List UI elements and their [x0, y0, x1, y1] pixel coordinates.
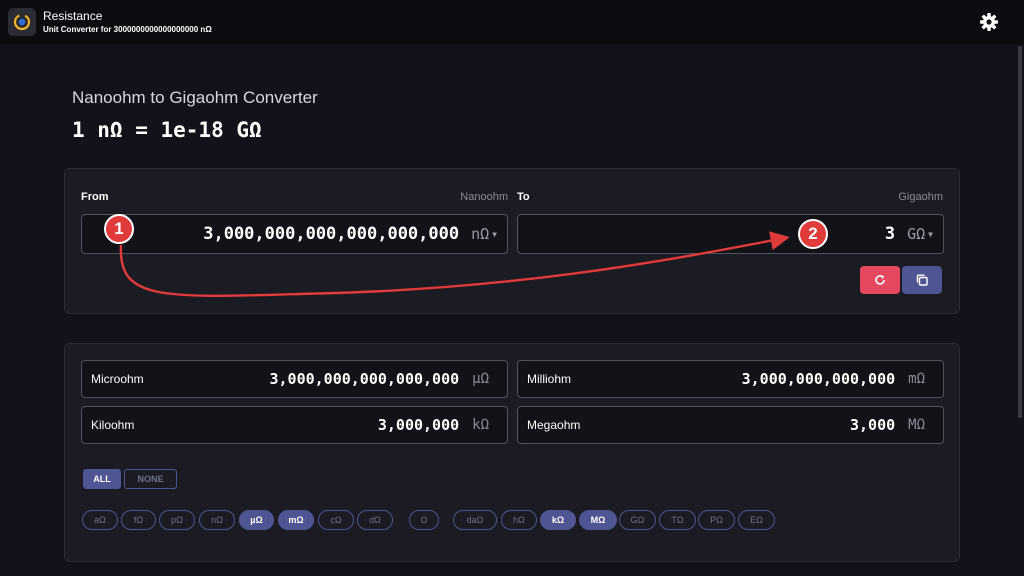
- unit-chip-nanoohm[interactable]: nΩ: [199, 510, 235, 530]
- to-unit-select[interactable]: GΩ ▼: [907, 225, 933, 243]
- result-unit: MΩ: [908, 417, 925, 433]
- result-value[interactable]: 3,000,000: [378, 416, 459, 434]
- chevron-down-icon: ▼: [492, 229, 497, 239]
- result-microohm[interactable]: Microohm 3,000,000,000,000,000 µΩ: [81, 360, 508, 398]
- unit-chip-milliohm[interactable]: mΩ: [278, 510, 314, 530]
- to-unit-symbol: GΩ: [907, 225, 926, 243]
- unit-chip-femtoohm[interactable]: fΩ: [121, 510, 156, 530]
- result-value[interactable]: 3,000,000,000,000: [742, 370, 896, 388]
- results-panel: Microohm 3,000,000,000,000,000 µΩ Millio…: [64, 343, 960, 562]
- from-input[interactable]: 3,000,000,000,000,000,000 nΩ ▼: [81, 214, 508, 254]
- converter-app-icon: [8, 8, 36, 36]
- to-unit-name: Gigaohm: [898, 191, 943, 203]
- from-unit-name: Nanoohm: [460, 191, 508, 203]
- from-unit-symbol: nΩ: [471, 225, 490, 243]
- unit-chip-centiohm[interactable]: cΩ: [318, 510, 354, 530]
- unit-chip-exaohm[interactable]: EΩ: [738, 510, 775, 530]
- unit-chip-picoohm[interactable]: pΩ: [159, 510, 195, 530]
- result-name: Kiloohm: [91, 418, 135, 432]
- unit-chip-gigaohm[interactable]: GΩ: [619, 510, 656, 530]
- unit-chip-megaohm[interactable]: MΩ: [579, 510, 617, 530]
- result-megaohm[interactable]: Megaohm 3,000 MΩ: [517, 406, 944, 444]
- result-milliohm[interactable]: Milliohm 3,000,000,000,000 mΩ: [517, 360, 944, 398]
- settings-button[interactable]: [978, 11, 1000, 33]
- app-title: Resistance: [43, 9, 103, 23]
- refresh-icon: [875, 275, 885, 285]
- app-subtitle: Unit Converter for 3000000000000000000 n…: [43, 25, 212, 34]
- result-unit: mΩ: [908, 371, 925, 387]
- reset-button[interactable]: [860, 266, 900, 294]
- annotation-badge-1: 1: [104, 214, 134, 244]
- gear-icon: [980, 13, 998, 31]
- chevron-down-icon: ▼: [928, 229, 933, 239]
- conversion-formula: 1 nΩ = 1e-18 GΩ: [72, 118, 262, 142]
- copy-icon: [916, 274, 928, 286]
- result-name: Megaohm: [527, 418, 581, 432]
- to-output[interactable]: 3 GΩ ▼: [517, 214, 944, 254]
- unit-chip-deciohm[interactable]: dΩ: [357, 510, 393, 530]
- to-label: To: [517, 191, 530, 203]
- unit-chip-ohm[interactable]: Ω: [409, 510, 439, 530]
- from-unit-select[interactable]: nΩ ▼: [471, 225, 497, 243]
- result-unit: kΩ: [472, 417, 489, 433]
- result-unit: µΩ: [472, 371, 489, 387]
- from-value[interactable]: 3,000,000,000,000,000,000: [203, 224, 459, 244]
- unit-chip-microohm[interactable]: µΩ: [239, 510, 274, 530]
- from-label: From: [81, 191, 109, 203]
- result-name: Milliohm: [527, 372, 572, 386]
- result-name: Microohm: [91, 372, 144, 386]
- select-all-button[interactable]: ALL: [83, 469, 121, 489]
- unit-chip-list: aΩ fΩ pΩ nΩ µΩ mΩ cΩ dΩ Ω daΩ hΩ kΩ MΩ G…: [82, 510, 962, 530]
- copy-button[interactable]: [902, 266, 942, 294]
- top-bar: Resistance Unit Converter for 3000000000…: [0, 0, 1024, 44]
- unit-chip-petaohm[interactable]: PΩ: [698, 510, 735, 530]
- unit-chip-kiloohm[interactable]: kΩ: [540, 510, 576, 530]
- result-value[interactable]: 3,000: [850, 416, 895, 434]
- unit-chip-hectoohm[interactable]: hΩ: [501, 510, 537, 530]
- select-none-button[interactable]: NONE: [124, 469, 177, 489]
- unit-chip-teraohm[interactable]: TΩ: [659, 510, 696, 530]
- to-value[interactable]: 3: [885, 224, 895, 244]
- result-value[interactable]: 3,000,000,000,000,000: [269, 370, 459, 388]
- result-kiloohm[interactable]: Kiloohm 3,000,000 kΩ: [81, 406, 508, 444]
- page-scrollbar[interactable]: [1018, 46, 1022, 418]
- unit-chip-attoohm[interactable]: aΩ: [82, 510, 118, 530]
- annotation-badge-2: 2: [798, 219, 828, 249]
- page-title: Nanoohm to Gigaohm Converter: [72, 88, 318, 107]
- unit-chip-decaohm[interactable]: daΩ: [453, 510, 497, 530]
